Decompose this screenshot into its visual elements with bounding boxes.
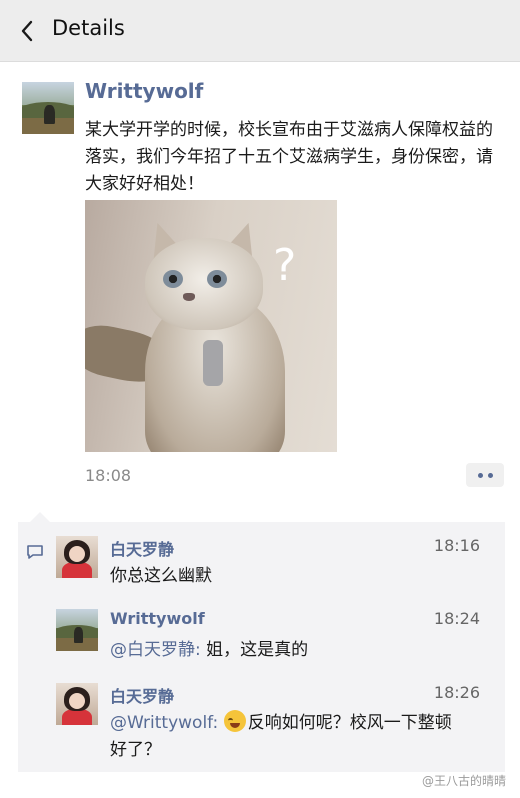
comment-time: 18:26 — [433, 683, 480, 702]
more-dots-icon — [477, 472, 483, 478]
comment-icon — [26, 544, 44, 564]
navigation-bar: Details — [0, 0, 520, 62]
chevron-left-icon — [21, 20, 33, 42]
post-time: 18:08 — [85, 466, 132, 485]
comment-body: 你总这么幽默 — [110, 566, 212, 586]
comment-text[interactable]: @Writtywolf: 反响如何呢？校风一下整顿好了？ — [110, 710, 460, 764]
post-text: 某大学开学的时候，校长宣布由于艾滋病人保障权益的落实，我们今年招了十五个艾滋病学… — [85, 120, 493, 194]
comment-author[interactable]: 白天罗静 — [110, 683, 174, 707]
author-avatar[interactable] — [22, 82, 74, 134]
author-name[interactable]: Writtywolf — [85, 79, 203, 103]
back-button[interactable] — [10, 14, 44, 48]
comment-avatar[interactable] — [56, 536, 98, 578]
comment-text[interactable]: @白天罗静: 姐，这是真的 — [110, 637, 480, 664]
post-image[interactable]: ? — [85, 200, 337, 452]
comments-notch — [30, 512, 50, 522]
comment-avatar[interactable] — [56, 683, 98, 725]
comment-time: 18:16 — [433, 536, 480, 555]
comment-mention[interactable]: @白天罗静: — [110, 640, 201, 660]
comment-mention[interactable]: @Writtywolf: — [110, 713, 218, 733]
comment-avatar[interactable] — [56, 609, 98, 651]
question-mark-overlay: ? — [273, 240, 297, 291]
watermark: @王八古的晴晴 — [421, 774, 506, 788]
comment-author[interactable]: 白天罗静 — [110, 536, 174, 560]
comment-time: 18:24 — [433, 609, 480, 628]
comment-author[interactable]: Writtywolf — [110, 609, 205, 628]
laughing-emoji-icon — [223, 710, 246, 732]
comment-text[interactable]: 你总这么幽默 — [110, 563, 480, 590]
page-title: Details — [52, 16, 125, 40]
more-button[interactable] — [466, 463, 504, 487]
comment-body: 姐，这是真的 — [200, 640, 309, 660]
